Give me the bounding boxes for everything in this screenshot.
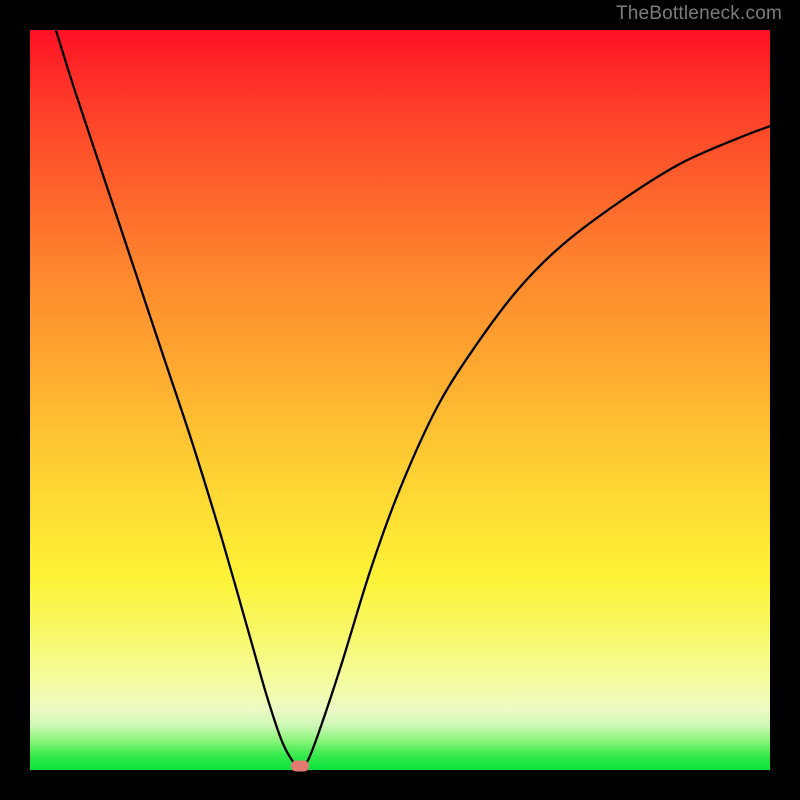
watermark-text: TheBottleneck.com	[616, 3, 782, 25]
minimum-marker	[291, 761, 309, 772]
chart-plot-area	[30, 30, 770, 770]
bottleneck-curve	[30, 30, 770, 770]
